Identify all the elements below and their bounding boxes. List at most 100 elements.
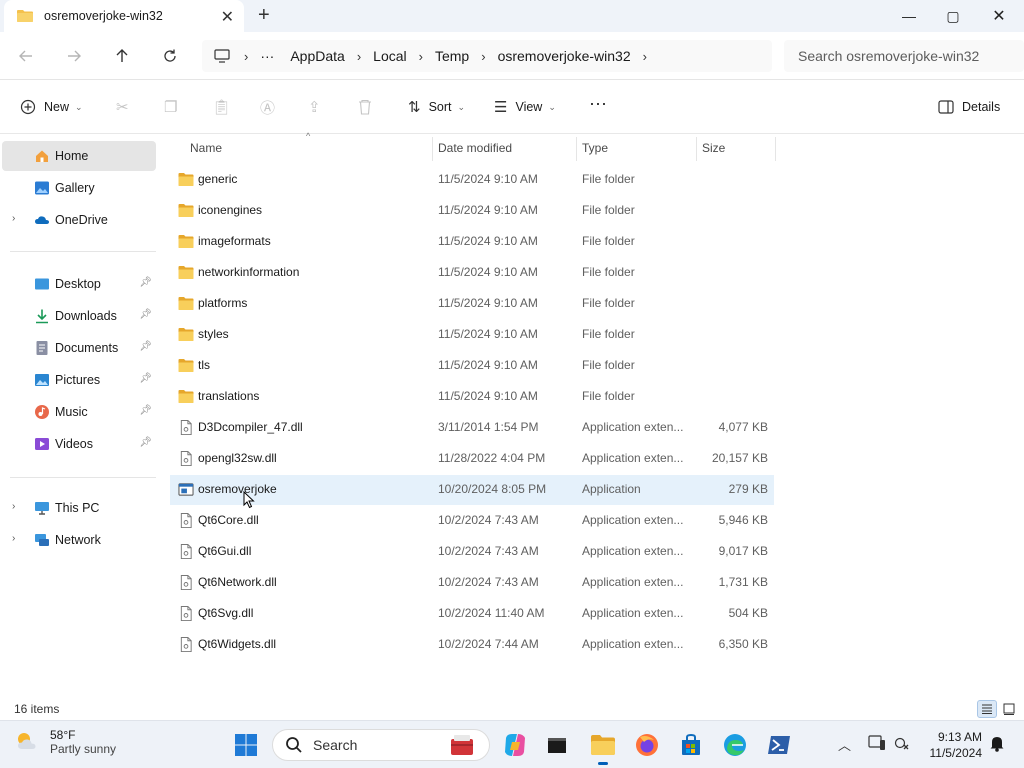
weather-widget[interactable]: 58°F Partly sunny [14,728,116,756]
file-row[interactable]: opengl32sw.dll 11/28/2022 4:04 PM Applicat… [170,444,774,474]
column-header-size[interactable]: Size [702,135,725,161]
sidebar-item-gallery[interactable]: Gallery [2,173,156,203]
file-row[interactable]: Qt6Network.dll 10/2/2024 7:43 AM Applicati… [170,568,774,598]
sidebar-item-documents[interactable]: Documents 📌︎ [2,333,156,363]
copy-button[interactable]: ❐ [164,96,185,118]
tray-network-disconnected-icon[interactable] [894,735,910,754]
file-row[interactable]: styles 11/5/2024 9:10 AM File folder [170,320,774,350]
more-options-button[interactable]: ··· [589,92,607,114]
breadcrumb-temp[interactable]: Temp [435,48,469,64]
chevron-right-icon[interactable]: › [12,501,15,512]
pin-icon[interactable]: 📌︎ [139,309,152,320]
sidebar-item-network[interactable]: › Network [2,525,156,555]
column-header-type[interactable]: Type [582,135,608,161]
column-header-date[interactable]: Date modified [438,135,512,161]
details-view-toggle[interactable] [977,700,997,718]
breadcrumb[interactable]: › ··· AppData › Local › Temp › osremover… [202,40,772,72]
pin-icon[interactable]: 📌︎ [139,373,152,384]
sidebar-item-home[interactable]: Home [2,141,156,171]
file-row[interactable]: generic 11/5/2024 9:10 AM File folder [170,165,774,195]
sidebar-label: Pictures [55,373,101,387]
file-row[interactable]: Qt6Core.dll 10/2/2024 7:43 AM Application … [170,506,774,536]
file-row[interactable]: networkinformation 11/5/2024 9:10 AM File … [170,258,774,288]
file-row[interactable]: D3Dcompiler_47.dll 3/11/2014 1:54 PM Appli… [170,413,774,443]
pin-icon[interactable]: 📌︎ [139,405,152,416]
sidebar-label: OneDrive [55,213,108,227]
view-button[interactable]: ☰ View ⌄ [494,96,556,118]
sidebar-item-onedrive[interactable]: › OneDrive [2,205,156,235]
sidebar-item-pictures[interactable]: Pictures 📌︎ [2,365,156,395]
tab-osremoverjoke[interactable]: osremoverjoke-win32 ✕ [4,0,244,32]
sidebar-item-music[interactable]: Music 📌︎ [2,397,156,427]
cut-button[interactable]: ✂ [116,96,137,118]
taskbar-app-powershell[interactable] [765,731,793,759]
file-row[interactable]: platforms 11/5/2024 9:10 AM File folder [170,289,774,319]
start-button[interactable] [232,731,260,759]
notification-bell-icon[interactable] [989,734,1005,755]
file-row[interactable]: Qt6Svg.dll 10/2/2024 11:40 AM Application … [170,599,774,629]
sidebar-item-downloads[interactable]: Downloads 📌︎ [2,301,156,331]
file-row[interactable]: translations 11/5/2024 9:10 AM File folder [170,382,774,412]
breadcrumb-current[interactable]: osremoverjoke-win32 [498,48,631,64]
tab-close-icon[interactable]: ✕ [221,7,234,27]
sidebar-item-videos[interactable]: Videos 📌︎ [2,429,156,459]
system-clock[interactable]: 9:13 AM 11/5/2024 [920,729,983,761]
file-name: Qt6Widgets.dll [198,637,277,651]
network-disconnected-icon [894,737,909,750]
taskbar-app-copilot[interactable] [501,731,529,759]
column-divider[interactable] [696,137,697,161]
sidebar-item-desktop[interactable]: Desktop 📌︎ [2,269,156,299]
show-hidden-icons-chevron-up-icon[interactable]: ︿ [838,735,851,754]
details-pane-button[interactable]: Details [938,96,1000,118]
file-row[interactable]: Qt6Widgets.dll 10/2/2024 7:44 AM Applicati… [170,630,774,660]
chevron-right-icon[interactable]: › [12,213,15,224]
pin-icon[interactable]: 📌︎ [139,437,152,448]
share-button[interactable]: ⇪ [308,96,329,118]
refresh-icon[interactable] [158,44,182,68]
file-row[interactable]: imageformats 11/5/2024 9:10 AM File folder [170,227,774,257]
command-bar: New ⌄ ✂ ❐ 📋︎ Ⓐ ⇪ ⇅ Sort ⌄ ☰ View ⌄ ··· D… [0,80,1024,134]
back-arrow-icon[interactable] [14,44,38,68]
file-row[interactable]: Qt6Gui.dll 10/2/2024 7:43 AM Application e… [170,537,774,567]
file-row[interactable]: tls 11/5/2024 9:10 AM File folder [170,351,774,381]
file-size: 279 KB [728,482,768,496]
new-button[interactable]: New ⌄ [20,96,83,118]
taskbar-app-window[interactable] [543,731,571,759]
taskbar-app-toolbox[interactable] [448,731,476,759]
file-name: osremoverjoke [198,482,277,496]
taskbar-app-edge[interactable] [721,731,749,759]
new-tab-button[interactable]: + [258,4,270,27]
chevron-right-icon[interactable]: › [12,533,15,544]
column-header-name[interactable]: Name [190,135,222,161]
close-window-button[interactable]: ✕ [976,0,1022,32]
tiles-view-toggle[interactable] [999,700,1019,718]
column-divider[interactable] [576,137,577,161]
pin-icon[interactable]: 📌︎ [139,341,152,352]
minimize-button[interactable]: — [886,0,932,32]
file-name: Qt6Network.dll [198,575,277,589]
forward-arrow-icon[interactable] [62,44,86,68]
column-divider[interactable] [775,137,776,161]
breadcrumb-appdata[interactable]: AppData [290,48,344,64]
breadcrumb-more[interactable]: ··· [260,48,274,64]
paste-button[interactable]: 📋︎ [212,96,239,118]
rename-button[interactable]: Ⓐ [260,96,283,118]
sidebar-item-thispc[interactable]: › This PC [2,493,156,523]
maximize-button[interactable]: ▢ [930,0,976,32]
breadcrumb-local[interactable]: Local [373,48,406,64]
taskbar-app-store[interactable] [677,731,705,759]
file-name: tls [198,358,210,372]
file-row[interactable]: iconengines 11/5/2024 9:10 AM File folder [170,196,774,226]
file-row[interactable]: osremoverjoke 10/20/2024 8:05 PM Applicati… [170,475,774,505]
file-type: Application exten... [582,606,684,620]
pin-icon[interactable]: 📌︎ [139,277,152,288]
sidebar-label: Documents [55,341,119,355]
column-divider[interactable] [432,137,433,161]
up-arrow-icon[interactable] [110,44,134,68]
taskbar-app-firefox[interactable] [633,731,661,759]
taskbar-app-file-explorer[interactable] [589,731,617,765]
search-input[interactable]: Search osremoverjoke-win32 [784,40,1024,72]
tray-device-icon[interactable] [868,735,886,754]
sort-button[interactable]: ⇅ Sort ⌄ [408,96,465,118]
delete-button[interactable] [358,96,380,118]
